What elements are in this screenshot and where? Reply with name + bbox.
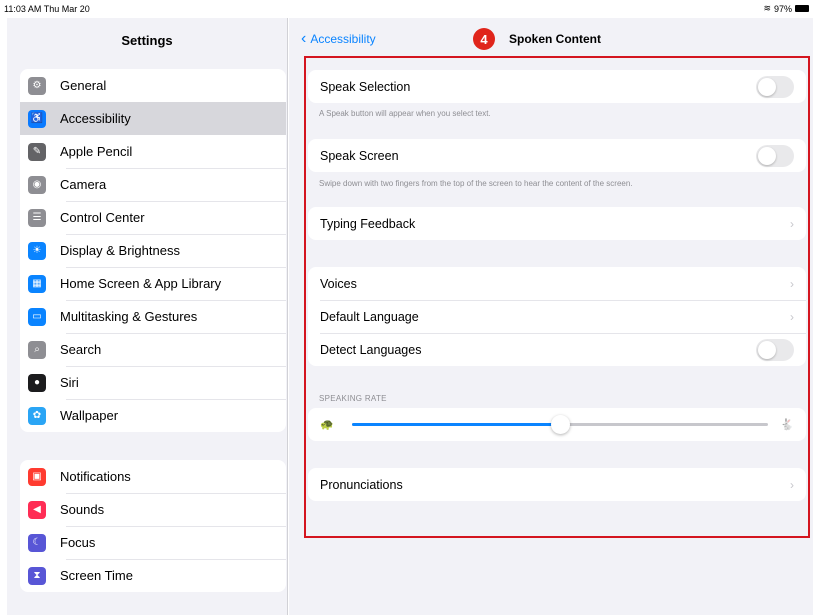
sidebar-item-camera[interactable]: ◉ Camera [20,168,286,201]
speak-selection-row: Speak Selection [308,70,806,103]
speaking-rate-row: 🐢 🐇 [308,408,806,441]
voices-label: Voices [320,276,357,291]
speak-screen-label: Speak Screen [320,148,399,163]
default-language-label: Default Language [320,309,419,324]
pronunciations-group: Pronunciations › [308,468,806,501]
sidebar-item-siri[interactable]: ● Siri [20,366,286,399]
sidebar-item-label: Notifications [60,469,131,484]
sidebar-item-control-center[interactable]: ☰ Control Center [20,201,286,234]
sidebar-group-notifications: ▣ Notifications ◀ Sounds ☾ Focus ⧗ Screen Time [20,460,286,592]
siri-icon: ● [28,373,46,392]
speak-screen-group: Speak Screen [308,139,806,172]
sidebar-item-label: Control Center [60,210,145,225]
chevron-right-icon: › [790,216,794,231]
speak-selection-toggle[interactable] [756,75,794,98]
brightness-icon: ☀ [28,241,46,260]
voices-group: Voices › Default Language › Detect Langu… [308,267,806,366]
sidebar-item-label: Focus [60,535,96,550]
screen-time-icon: ⧗ [28,566,46,585]
search-icon: ⌕ [28,340,46,359]
sidebar-item-label: Display & Brightness [60,243,180,258]
detect-languages-toggle[interactable] [756,338,794,361]
sidebar-item-label: Siri [60,375,79,390]
chevron-right-icon: › [790,309,794,324]
status-bar: 11:03 AM Thu Mar 20 ≋ 97% [0,0,813,18]
status-time: 11:03 AM Thu Mar 20 [4,4,90,14]
back-label: Accessibility [310,32,376,46]
speak-selection-group: Speak Selection [308,70,806,103]
wallpaper-icon: ✿ [28,406,46,425]
accessibility-icon: ♿ [28,109,46,128]
page-title: Spoken Content [509,32,601,46]
sidebar-item-label: Multitasking & Gestures [60,309,198,324]
pronunciations-label: Pronunciations [320,477,403,492]
slider-thumb[interactable] [551,415,570,434]
home-screen-icon: ▦ [28,274,46,293]
sidebar-item-label: Camera [60,177,107,192]
speaking-rate-header: SPEAKING RATE [319,394,387,403]
sidebar-item-label: Screen Time [60,568,133,583]
camera-icon: ◉ [28,175,46,194]
chevron-right-icon: › [790,477,794,492]
speak-selection-footnote: A Speak button will appear when you sele… [319,109,491,118]
sidebar-group-main: ⚙ General ♿ Accessibility ✎ Apple Pencil ◉ Came… [20,69,286,432]
sidebar-item-apple-pencil[interactable]: ✎ Apple Pencil [20,135,286,168]
sidebar-item-display-brightness[interactable]: ☀ Display & Brightness [20,234,286,267]
sidebar-item-label: Accessibility [60,111,131,126]
speak-screen-footnote: Swipe down with two fingers from the top… [319,179,633,188]
sidebar-item-label: Apple Pencil [60,144,133,159]
sounds-icon: ◀ [28,500,46,519]
sidebar-item-focus[interactable]: ☾ Focus [20,526,286,559]
typing-feedback-row[interactable]: Typing Feedback › [308,207,806,240]
speak-selection-label: Speak Selection [320,79,411,94]
sidebar-item-sounds[interactable]: ◀ Sounds [20,493,286,526]
settings-sidebar: Settings ⚙ General ♿ Accessibility ✎ Apple Pe… [7,18,288,615]
sidebar-item-label: Sounds [60,502,105,517]
sidebar-item-accessibility[interactable]: ♿ Accessibility [20,102,286,135]
sidebar-title: Settings [121,33,173,48]
detect-languages-row: Detect Languages [308,333,806,366]
pronunciations-row[interactable]: Pronunciations › [308,468,806,501]
typing-feedback-group: Typing Feedback › [308,207,806,240]
focus-icon: ☾ [28,533,46,552]
sidebar-item-general[interactable]: ⚙ General [20,69,286,102]
hare-icon: 🐇 [780,419,794,431]
notifications-icon: ▣ [28,467,46,486]
sidebar-item-wallpaper[interactable]: ✿ Wallpaper [20,399,286,432]
detail-pane: ‹ Accessibility 4 Spoken Content Speak S… [289,18,813,615]
sidebar-item-label: Wallpaper [60,408,119,423]
speaking-rate-slider[interactable] [352,415,768,434]
default-language-row[interactable]: Default Language › [308,300,806,333]
turtle-icon: 🐢 [320,419,334,431]
multitasking-icon: ▭ [28,307,46,326]
step-badge: 4 [473,28,495,50]
chevron-right-icon: › [790,276,794,291]
back-button[interactable]: ‹ Accessibility [301,31,376,47]
typing-feedback-label: Typing Feedback [320,216,416,231]
sidebar-item-label: General [60,78,107,93]
sidebar-item-multitasking-gestures[interactable]: ▭ Multitasking & Gestures [20,300,286,333]
pencil-icon: ✎ [28,142,46,161]
voices-row[interactable]: Voices › [308,267,806,300]
control-center-icon: ☰ [28,208,46,227]
sidebar-item-label: Search [60,342,102,357]
sidebar-item-notifications[interactable]: ▣ Notifications [20,460,286,493]
gear-icon: ⚙ [28,76,46,95]
battery-icon [795,5,809,12]
sidebar-item-screen-time[interactable]: ⧗ Screen Time [20,559,286,592]
slider-fill [352,423,560,426]
speak-screen-toggle[interactable] [756,144,794,167]
detect-languages-label: Detect Languages [320,342,422,357]
battery-percent: 97% [773,3,792,14]
sidebar-item-home-screen-app-library[interactable]: ▦ Home Screen & App Library [20,267,286,300]
wifi-icon: ≋ [763,3,771,13]
chevron-left-icon: ‹ [301,30,307,47]
speak-screen-row: Speak Screen [308,139,806,172]
status-right: ≋ 97% [763,3,809,14]
sidebar-item-search[interactable]: ⌕ Search [20,333,286,366]
sidebar-item-label: Home Screen & App Library [60,276,222,291]
speaking-rate-group: 🐢 🐇 [308,408,806,441]
